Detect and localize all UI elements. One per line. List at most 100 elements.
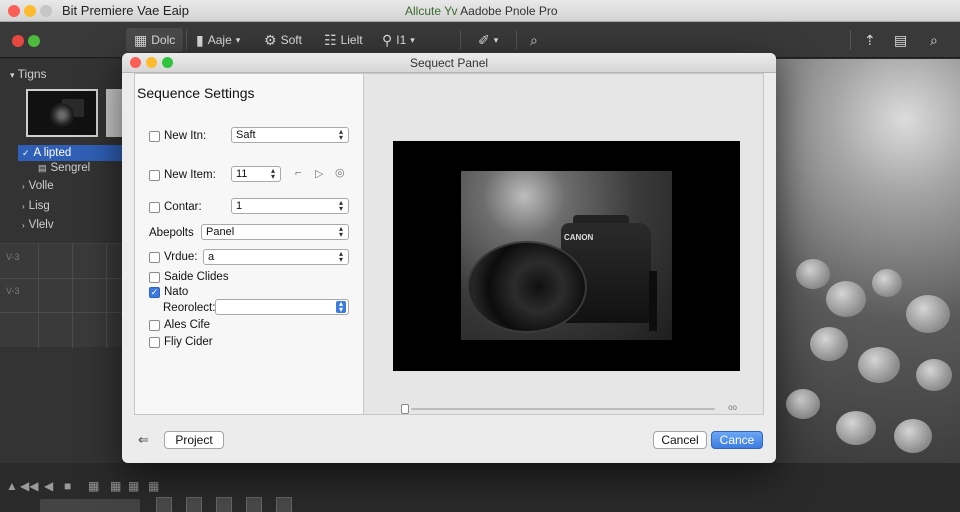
scrubber-playhead[interactable] [401, 404, 409, 414]
wand-icon: ✐ [478, 31, 490, 48]
new-item-2-stepper[interactable]: 11 ▴ ▾ [231, 166, 281, 182]
section-title: Sequence Settings [137, 85, 255, 101]
green-status-dot[interactable] [28, 35, 40, 47]
grid-line [0, 278, 122, 279]
camera-photo: CANON [461, 171, 672, 340]
sidebar-heading-label: Tigns [17, 67, 47, 81]
filter-toolbar-button[interactable]: ⚲ I1 ▾ [374, 28, 423, 52]
sidebar-item-label: Sengrel [50, 162, 91, 174]
target-icon[interactable]: ◎ [335, 166, 345, 179]
window-titlebar: Bit Premiere Vae Eaip Allcute Yv Aadobe … [0, 0, 960, 22]
contar-checkbox[interactable] [149, 201, 160, 213]
background-flower-photo [776, 59, 960, 463]
play-reverse-icon[interactable]: ◀ [44, 479, 53, 493]
document-title-main: Aadobe Pnole Pro [460, 4, 558, 18]
ales-cife-checkbox[interactable] [149, 319, 160, 331]
sidebar-item-vlelv[interactable]: › Vlelv [22, 219, 54, 231]
clip-thumbnail[interactable] [26, 89, 98, 137]
new-item-2-checkbox[interactable] [149, 169, 160, 181]
blossom [836, 411, 876, 445]
rewind-icon[interactable]: ◀◀ [20, 479, 38, 493]
scrubber-track[interactable] [411, 408, 715, 410]
toolbar-divider [850, 30, 851, 50]
track-toggle[interactable] [186, 497, 202, 512]
sidebar-item-volle[interactable]: › Volle [22, 180, 54, 192]
share-toolbar-button[interactable]: ⇡ [856, 28, 884, 52]
preview-scrubber[interactable]: oo [397, 403, 737, 414]
track-toggle[interactable] [216, 497, 232, 512]
doc-toolbar-button[interactable]: ▦ Dolc [126, 28, 184, 52]
project-sidebar: ▾ Tigns ✓ A lipted ▤ Sengrel › Volle › L… [0, 59, 122, 463]
contar-row: Contar: [149, 201, 202, 213]
contar-select[interactable]: 1 ▴ ▾ [231, 198, 349, 214]
sidebar-heading[interactable]: ▾ Tigns [10, 67, 47, 81]
toolbar-divider [516, 30, 517, 50]
sidebar-item-lisg[interactable]: › Lisg [22, 200, 50, 212]
reorolect-select[interactable]: ▴ ▾ [215, 299, 349, 315]
red-status-dot[interactable] [12, 35, 24, 47]
soft-toolbar-button[interactable]: ⚙ Soft [256, 28, 310, 52]
sidebar-item-label: A lipted [33, 147, 72, 159]
chevron-down-icon: ▾ [235, 34, 241, 45]
reorolect-row: Reorolect: [163, 302, 215, 314]
disclosure-triangle-icon: › [22, 220, 25, 230]
track-toggle[interactable] [276, 497, 292, 512]
blossom [906, 295, 950, 333]
abepolts-value: Panel [206, 226, 235, 238]
vrdue-select[interactable]: a ▴ ▾ [203, 249, 349, 265]
tools-toolbar-button[interactable]: ✐ ▾ [470, 28, 506, 52]
contar-value: 1 [236, 200, 243, 212]
stop-icon[interactable]: ■ [64, 479, 71, 493]
grid-icon[interactable]: ▦ [88, 479, 99, 493]
age-toolbar-button[interactable]: ▮ Aaje ▾ [188, 28, 248, 52]
new-item-1-checkbox[interactable] [149, 130, 160, 142]
sidebar-item-sengrel[interactable]: ▤ Sengrel [38, 162, 90, 174]
camera-brand-label: CANON [564, 233, 594, 242]
triangle-icon[interactable]: ▷ [315, 167, 323, 180]
track-toggle[interactable] [156, 497, 172, 512]
sequence-settings-dialog: Sequect Panel Sequence Settings New Itn:… [122, 53, 776, 463]
zoom-window-button[interactable] [40, 5, 52, 17]
grid-line [38, 244, 39, 348]
project-button[interactable]: Project [164, 431, 224, 449]
track-toggle[interactable] [246, 497, 262, 512]
search-right-button[interactable]: ⌕ [922, 28, 946, 52]
bin-grid: V-3 V-3 [0, 243, 122, 348]
timeline-controls: ▲ ◀◀ ◀ ■ ▦ ▦ ▦ ▦ [0, 463, 960, 512]
back-arrow-icon[interactable]: ⇐ [138, 432, 149, 448]
fliy-cider-checkbox[interactable] [149, 336, 160, 348]
vrdue-value: a [208, 251, 215, 263]
nato-checkbox[interactable]: ✓ [149, 286, 160, 298]
minimize-window-button[interactable] [24, 5, 36, 17]
clip-thumbnail-partial[interactable] [106, 89, 122, 137]
check-icon: ✓ [22, 147, 30, 158]
close-window-button[interactable] [8, 5, 20, 17]
panel-toolbar-button[interactable]: ▤ [886, 28, 915, 52]
grid-line [72, 244, 73, 348]
new-item-1-select[interactable]: Saft ▴ ▾ [231, 127, 349, 143]
disclosure-triangle-icon: ▾ [10, 70, 15, 80]
saide-clides-checkbox[interactable] [149, 271, 160, 283]
bracket-icon[interactable]: ⌐ [295, 167, 301, 179]
grid-icon[interactable]: ▦ [128, 479, 139, 493]
document-icon: ▮ [196, 31, 204, 48]
list-toolbar-button[interactable]: ☷ Lielt [316, 28, 371, 52]
stepper-arrows-icon: ▴ ▾ [338, 127, 343, 142]
grid-icon[interactable]: ▦ [148, 479, 159, 493]
search-toolbar-button[interactable]: ⌕ [522, 28, 546, 52]
toolbar-divider [186, 30, 187, 50]
confirm-button[interactable]: Cance [711, 431, 763, 449]
grid-icon[interactable]: ▦ [110, 479, 121, 493]
stepper-arrows-icon: ▴ ▾ [270, 166, 275, 181]
abepolts-select[interactable]: Panel ▴ ▾ [201, 224, 349, 240]
saide-clides-label: Saide Clides [164, 271, 229, 283]
step-back-icon[interactable]: ▲ [6, 479, 18, 493]
stepper-arrows-icon: ▴ ▾ [338, 224, 343, 239]
document-title: Allcute Yv Aadobe Pnole Pro [405, 4, 558, 18]
vrdue-checkbox[interactable] [149, 251, 160, 263]
blossom [872, 269, 902, 297]
ales-cife-label: Ales Cife [164, 319, 211, 331]
sequence-tab[interactable] [40, 499, 140, 512]
cancel-button[interactable]: Cancel [653, 431, 707, 449]
sidebar-item-alipted[interactable]: ✓ A lipted [18, 145, 122, 161]
